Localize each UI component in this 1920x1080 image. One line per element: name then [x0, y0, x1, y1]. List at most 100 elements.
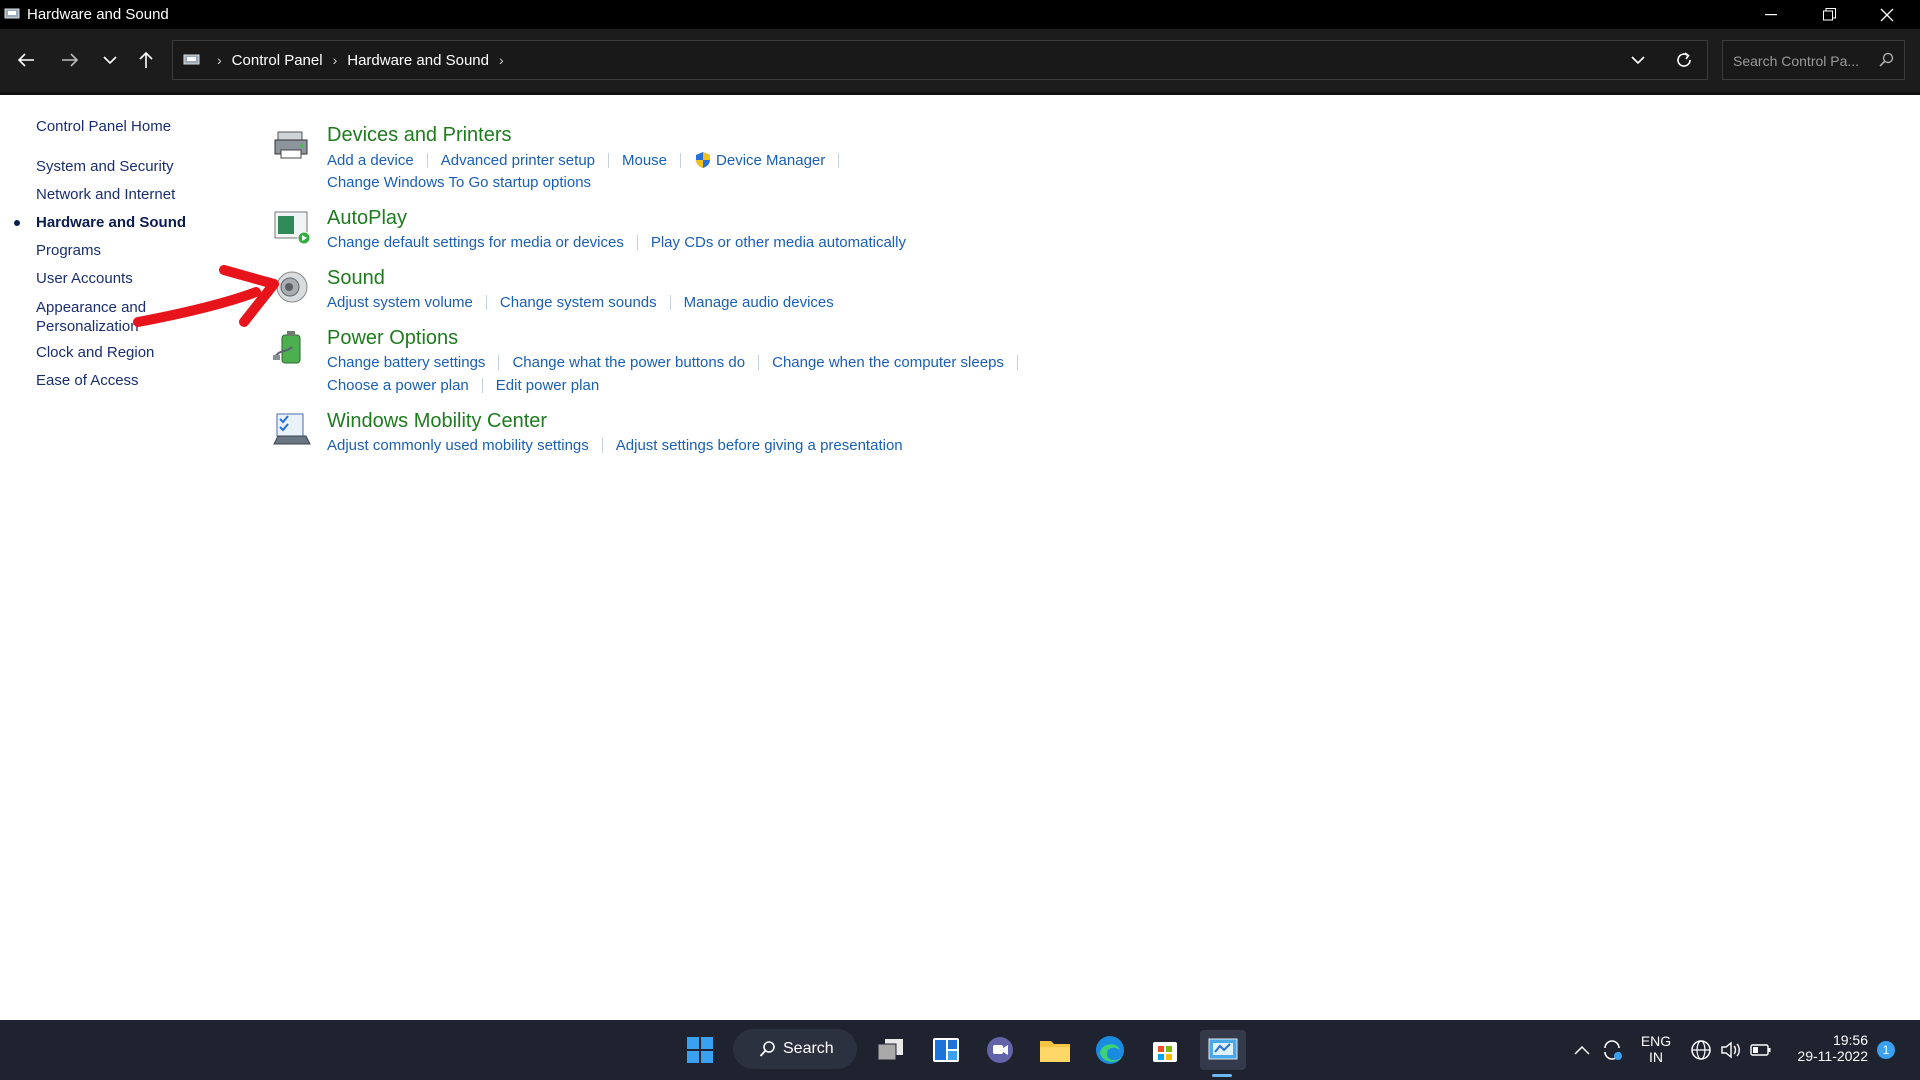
control-panel-icon: [183, 54, 200, 65]
taskbar-search-button[interactable]: Search: [733, 1029, 857, 1069]
mobility-links: Adjust commonly used mobility settings A…: [327, 437, 903, 454]
control-panel-icon: [4, 8, 20, 19]
advanced-printer-setup-link[interactable]: Advanced printer setup: [441, 152, 595, 169]
file-explorer-button[interactable]: [1035, 1030, 1075, 1070]
minimize-button[interactable]: [1743, 0, 1799, 29]
battery-button[interactable]: [1746, 1030, 1776, 1070]
refresh-icon: [1677, 52, 1691, 67]
task-view-button[interactable]: [871, 1030, 911, 1070]
store-button[interactable]: [1145, 1030, 1185, 1070]
control-panel-taskbar-button[interactable]: [1200, 1030, 1246, 1070]
refresh-button[interactable]: [1666, 41, 1702, 79]
nav-ease-of-access[interactable]: Ease of Access: [36, 372, 139, 389]
shield-icon: [696, 152, 711, 168]
taskbar: Search ENG IN 19:56 29-11-2022 1: [0, 1020, 1920, 1080]
nav-label-line2: Personalization: [36, 318, 139, 335]
nav-programs[interactable]: Programs: [36, 242, 101, 259]
start-button[interactable]: [680, 1030, 720, 1070]
link-separator: [680, 152, 682, 168]
devices-and-printers-title[interactable]: Devices and Printers: [327, 124, 512, 147]
windows-mobility-center-title[interactable]: Windows Mobility Center: [327, 410, 547, 433]
minimize-icon: [1765, 13, 1777, 15]
autoplay-title[interactable]: AutoPlay: [327, 207, 407, 230]
printer-icon: [274, 131, 308, 159]
breadcrumb-control-panel[interactable]: Control Panel: [232, 52, 323, 69]
volume-button[interactable]: [1716, 1030, 1746, 1070]
chevron-down-icon: [103, 56, 117, 65]
search-input[interactable]: [1723, 41, 1885, 81]
address-dropdown-button[interactable]: [1620, 41, 1656, 79]
link-separator: [485, 295, 487, 310]
language-indicator[interactable]: ENG IN: [1638, 1033, 1674, 1065]
chevron-right-icon[interactable]: ›: [499, 52, 504, 68]
nav-network-and-internet[interactable]: Network and Internet: [36, 186, 175, 203]
arrow-up-icon: [139, 51, 153, 68]
adjust-system-volume-link[interactable]: Adjust system volume: [327, 294, 473, 311]
breadcrumb: › Control Panel › Hardware and Sound ›: [183, 41, 514, 79]
title-bar: Hardware and Sound: [0, 0, 1920, 29]
battery-icon: [1750, 1044, 1771, 1056]
edge-icon: [1096, 1036, 1124, 1064]
chevron-right-icon: ›: [332, 52, 338, 68]
taskbar-search-label: Search: [783, 1040, 834, 1057]
address-bar[interactable]: › Control Panel › Hardware and Sound ›: [172, 40, 1708, 80]
time-text: 19:56: [1832, 1032, 1868, 1048]
change-computer-sleeps-link[interactable]: Change when the computer sleeps: [772, 354, 1004, 371]
active-app-indicator: [1212, 1074, 1232, 1077]
keyboard-region: IN: [1649, 1049, 1663, 1065]
link-separator: [669, 295, 671, 310]
change-windows-to-go-link[interactable]: Change Windows To Go startup options: [327, 174, 591, 191]
nav-user-accounts[interactable]: User Accounts: [36, 270, 133, 287]
autoplay-links: Change default settings for media or dev…: [327, 234, 906, 251]
widgets-button[interactable]: [926, 1030, 966, 1070]
change-default-media-settings-link[interactable]: Change default settings for media or dev…: [327, 234, 624, 251]
globe-network-icon: [1691, 1040, 1711, 1060]
nav-system-and-security[interactable]: System and Security: [36, 158, 174, 175]
nav-label: Hardware and Sound: [36, 214, 187, 231]
language-code: ENG: [1640, 1033, 1672, 1049]
edit-power-plan-link[interactable]: Edit power plan: [496, 377, 599, 394]
window-title: Hardware and Sound: [27, 6, 169, 23]
control-panel-icon: [1208, 1038, 1238, 1060]
restore-button[interactable]: [1801, 0, 1857, 29]
volume-icon: [1721, 1041, 1740, 1059]
forward-button[interactable]: [52, 43, 88, 77]
search-icon[interactable]: [1879, 52, 1894, 67]
adjust-presentation-settings-link[interactable]: Adjust settings before giving a presenta…: [616, 437, 903, 454]
link-separator: [481, 378, 483, 393]
notification-badge[interactable]: 1: [1877, 1041, 1895, 1059]
network-button[interactable]: [1686, 1030, 1716, 1070]
change-battery-settings-link[interactable]: Change battery settings: [327, 354, 485, 371]
nav-hardware-and-sound[interactable]: Hardware and Sound: [14, 214, 187, 231]
power-options-title[interactable]: Power Options: [327, 327, 458, 350]
adjust-mobility-settings-link[interactable]: Adjust commonly used mobility settings: [327, 437, 589, 454]
recent-locations-button[interactable]: [92, 43, 128, 77]
play-cds-automatically-link[interactable]: Play CDs or other media automatically: [651, 234, 906, 251]
choose-power-plan-link[interactable]: Choose a power plan: [327, 377, 469, 394]
clock[interactable]: 19:56 29-11-2022: [1788, 1032, 1868, 1064]
breadcrumb-hardware-and-sound[interactable]: Hardware and Sound: [347, 52, 489, 69]
chat-icon: [987, 1037, 1013, 1063]
control-panel-home-link[interactable]: Control Panel Home: [36, 118, 171, 135]
add-a-device-link[interactable]: Add a device: [327, 152, 414, 169]
mouse-link[interactable]: Mouse: [622, 152, 667, 169]
chevron-right-icon: ›: [217, 52, 222, 68]
back-button[interactable]: [8, 43, 44, 77]
nav-appearance-and-personalization[interactable]: Appearance and Personalization: [36, 298, 146, 336]
change-system-sounds-link[interactable]: Change system sounds: [500, 294, 657, 311]
teams-chat-button[interactable]: [980, 1030, 1020, 1070]
device-manager-link[interactable]: Device Manager: [716, 152, 825, 169]
sync-status-button[interactable]: [1594, 1030, 1630, 1070]
up-button[interactable]: [128, 43, 164, 77]
edge-browser-button[interactable]: [1090, 1030, 1130, 1070]
devices-links: Add a device Advanced printer setup Mous…: [327, 151, 852, 169]
mobility-center-icon: [273, 413, 311, 445]
close-button[interactable]: [1859, 0, 1915, 29]
navigation-bar: › Control Panel › Hardware and Sound ›: [0, 29, 1920, 95]
task-view-icon: [877, 1039, 903, 1061]
sound-title[interactable]: Sound: [327, 267, 385, 290]
link-separator: [838, 152, 840, 168]
nav-clock-and-region[interactable]: Clock and Region: [36, 344, 154, 361]
manage-audio-devices-link[interactable]: Manage audio devices: [684, 294, 834, 311]
change-power-buttons-link[interactable]: Change what the power buttons do: [512, 354, 745, 371]
